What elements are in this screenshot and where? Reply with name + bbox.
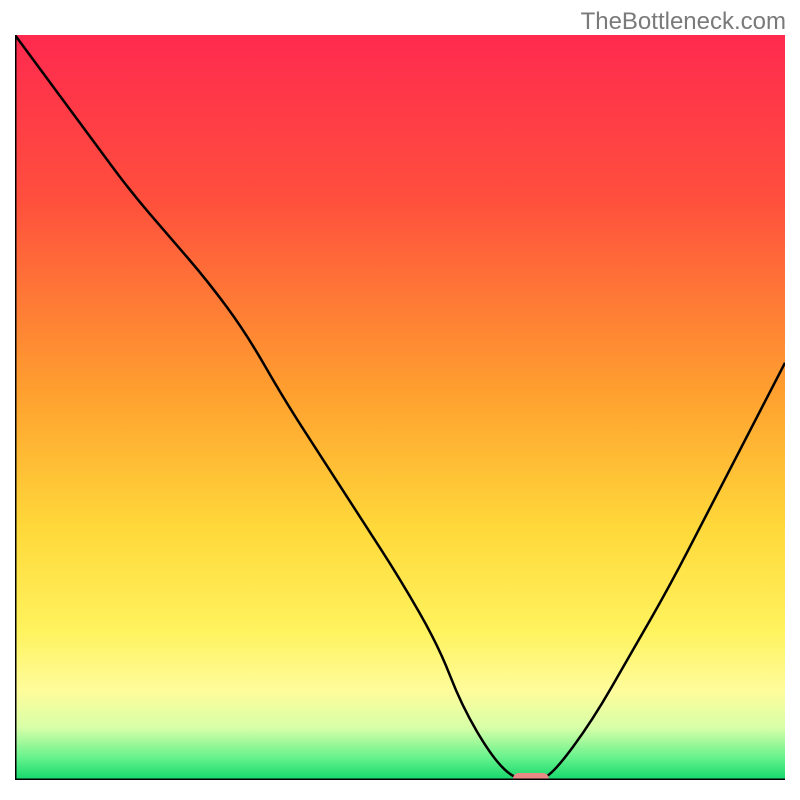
bottleneck-chart xyxy=(15,35,785,780)
chart-background xyxy=(15,35,785,780)
watermark-text: TheBottleneck.com xyxy=(581,8,786,36)
